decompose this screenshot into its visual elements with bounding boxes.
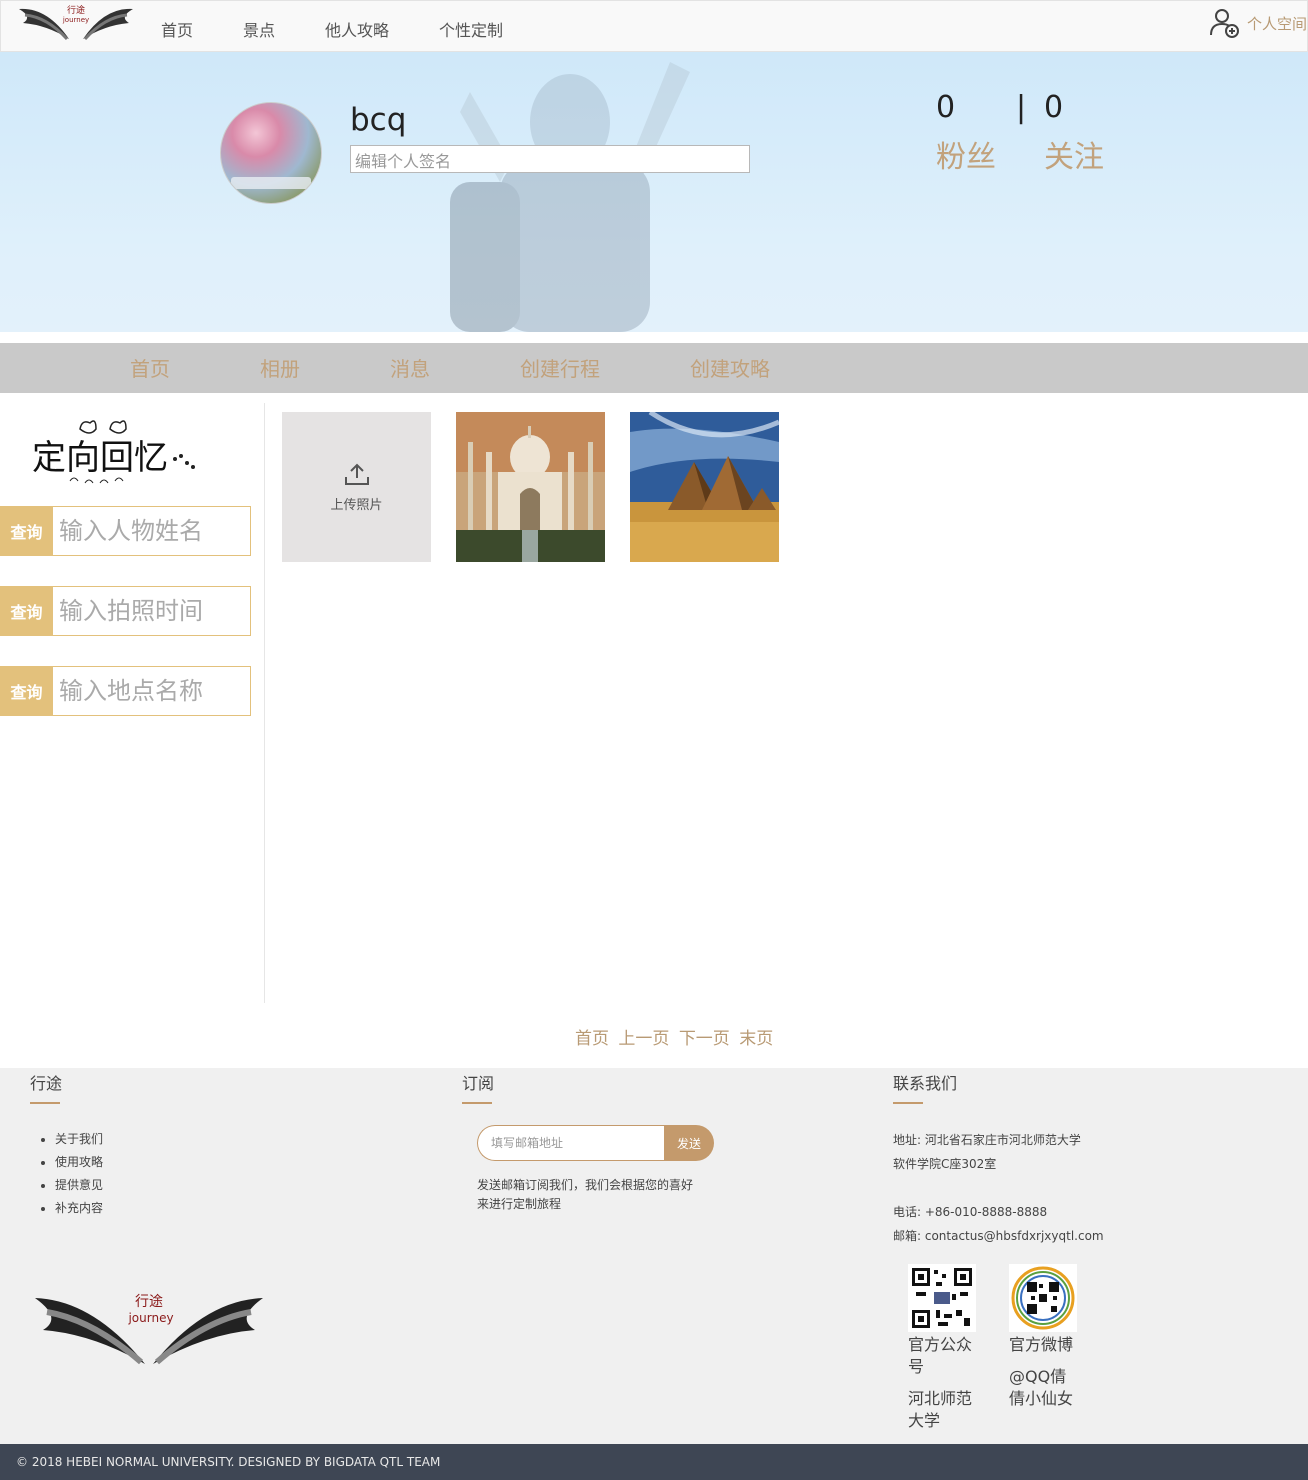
copyright-bar: © 2018 HEBEI NORMAL UNIVERSITY. DESIGNED… [0,1444,1308,1480]
logo-text-cn: 行途 [67,4,85,16]
footer-contact-title: 联系我们 [893,1074,958,1093]
pager-first[interactable]: 首页 [575,1029,609,1049]
nav-customize[interactable]: 个性定制 [439,17,503,41]
weibo-caption-2: @QQ倩 [1009,1367,1067,1386]
footer-logo-text-en: journey [127,1311,173,1325]
logo-text-en: journey [62,16,89,24]
footer-brand-title: 行途 [30,1074,63,1093]
wechat-caption-1: 官方公众 [908,1335,973,1354]
subnav-create-trip[interactable]: 创建行程 [520,353,600,382]
contact-email: 邮箱: contactus@hbsfdxrjxyqtl.com [893,1229,1104,1243]
wechat-caption-4: 大学 [908,1411,941,1430]
upload-photo-label: 上传照片 [330,497,383,513]
pager-prev[interactable]: 上一页 [618,1029,669,1049]
followers-label[interactable]: 粉丝 [936,132,996,176]
query-person-button[interactable]: 查询 [0,506,53,556]
footer-link-feedback[interactable]: 提供意见 [55,1176,103,1193]
pagination: 首页 上一页 下一页 末页 [575,1024,777,1049]
nav-home[interactable]: 首页 [161,17,193,41]
user-space-link[interactable]: 个人空间 [1209,7,1307,39]
photo-pyramids[interactable] [630,409,780,562]
query-person: 查询 输入人物姓名 [0,506,251,556]
wechat-qr-code [908,1264,976,1332]
weibo-caption-3: 倩小仙女 [1009,1389,1074,1408]
memory-logo-text: 定向回忆 [32,438,168,478]
profile-banner: bcq 编辑个人签名 0 | 0 粉丝 关注 [0,52,1308,332]
subscribe-description: 发送邮箱订阅我们，我们会根据您的喜好来进行定制旅程 [477,1178,694,1211]
subscribe-email-input[interactable]: 填写邮箱地址 [477,1125,664,1161]
nav-attractions[interactable]: 景点 [243,17,275,41]
site-footer: 行途 关于我们 使用攻略 提供意见 补充内容 订阅 填写邮箱地址 发送 发送邮箱… [0,1068,1308,1444]
memory-logo: 定向回忆 [32,420,195,484]
upload-icon [344,463,369,485]
site-logo[interactable]: 行途 journey [17,3,135,45]
main-nav: 首页 景点 他人攻略 个性定制 [161,17,553,41]
photo-taj-mahal[interactable] [456,412,605,562]
footer-link-supplement[interactable]: 补充内容 [55,1199,103,1216]
nav-others-guides[interactable]: 他人攻略 [325,17,389,41]
followers-count: 0 [936,90,956,125]
album-sidebar: 定向回忆 查询 输入人物姓名 查询 输入拍照时间 查询 输入地点名称 [0,403,265,1003]
subnav-album[interactable]: 相册 [260,353,300,382]
signature-input[interactable]: 编辑个人签名 [350,145,750,173]
query-time: 查询 输入拍照时间 [0,586,251,636]
subnav-home[interactable]: 首页 [130,353,170,382]
footer-logo: 行途 journey [33,1290,265,1368]
query-place-input[interactable]: 输入地点名称 [53,666,251,716]
footer-brand-underline [30,1102,60,1104]
subscribe-form: 填写邮箱地址 发送 [477,1125,714,1161]
contact-address-2: 软件学院C座302室 [893,1157,997,1171]
pager-next[interactable]: 下一页 [679,1029,730,1049]
query-person-input[interactable]: 输入人物姓名 [53,506,251,556]
subscribe-send-button[interactable]: 发送 [664,1125,714,1161]
footer-logo-text-cn: 行途 [135,1293,163,1310]
contact-info: 地址: 河北省石家庄市河北师范大学 软件学院C座302室 电话: +86-010… [893,1128,1104,1248]
user-add-icon [1209,9,1239,38]
query-time-input[interactable]: 输入拍照时间 [53,586,251,636]
profile-subnav: 首页 相册 消息 创建行程 创建攻略 [0,343,1308,393]
stats-separator: | [1016,90,1027,125]
wechat-caption-2: 号 [908,1357,925,1376]
following-label[interactable]: 关注 [1044,132,1104,176]
user-avatar[interactable] [220,102,322,204]
footer-link-about[interactable]: 关于我们 [55,1130,103,1147]
contact-address-1: 地址: 河北省石家庄市河北师范大学 [893,1133,1081,1147]
user-space-label: 个人空间 [1246,14,1307,33]
footer-subscribe-underline [462,1102,492,1104]
upload-photo-button[interactable]: 上传照片 [282,412,431,562]
subnav-create-guide[interactable]: 创建攻略 [690,353,770,382]
subnav-messages[interactable]: 消息 [390,353,430,382]
footer-subscribe-title: 订阅 [462,1074,495,1093]
query-place-button[interactable]: 查询 [0,666,53,716]
weibo-qr-code [1009,1264,1077,1332]
top-navbar: 行途 journey 首页 景点 他人攻略 个性定制 个人空间 [0,0,1308,52]
contact-phone: 电话: +86-010-8888-8888 [893,1205,1048,1219]
weibo-caption-1: 官方微博 [1009,1335,1074,1354]
pager-last[interactable]: 末页 [739,1029,773,1049]
username: bcq [350,102,407,138]
footer-links: 关于我们 使用攻略 提供意见 补充内容 [55,1130,103,1222]
query-place: 查询 输入地点名称 [0,666,251,716]
banner-background-figure [450,62,690,332]
following-count: 0 [1044,90,1064,125]
footer-contact-underline [893,1102,923,1104]
footer-link-guide[interactable]: 使用攻略 [55,1153,103,1170]
query-time-button[interactable]: 查询 [0,586,53,636]
wechat-caption-3: 河北师范 [908,1389,973,1408]
